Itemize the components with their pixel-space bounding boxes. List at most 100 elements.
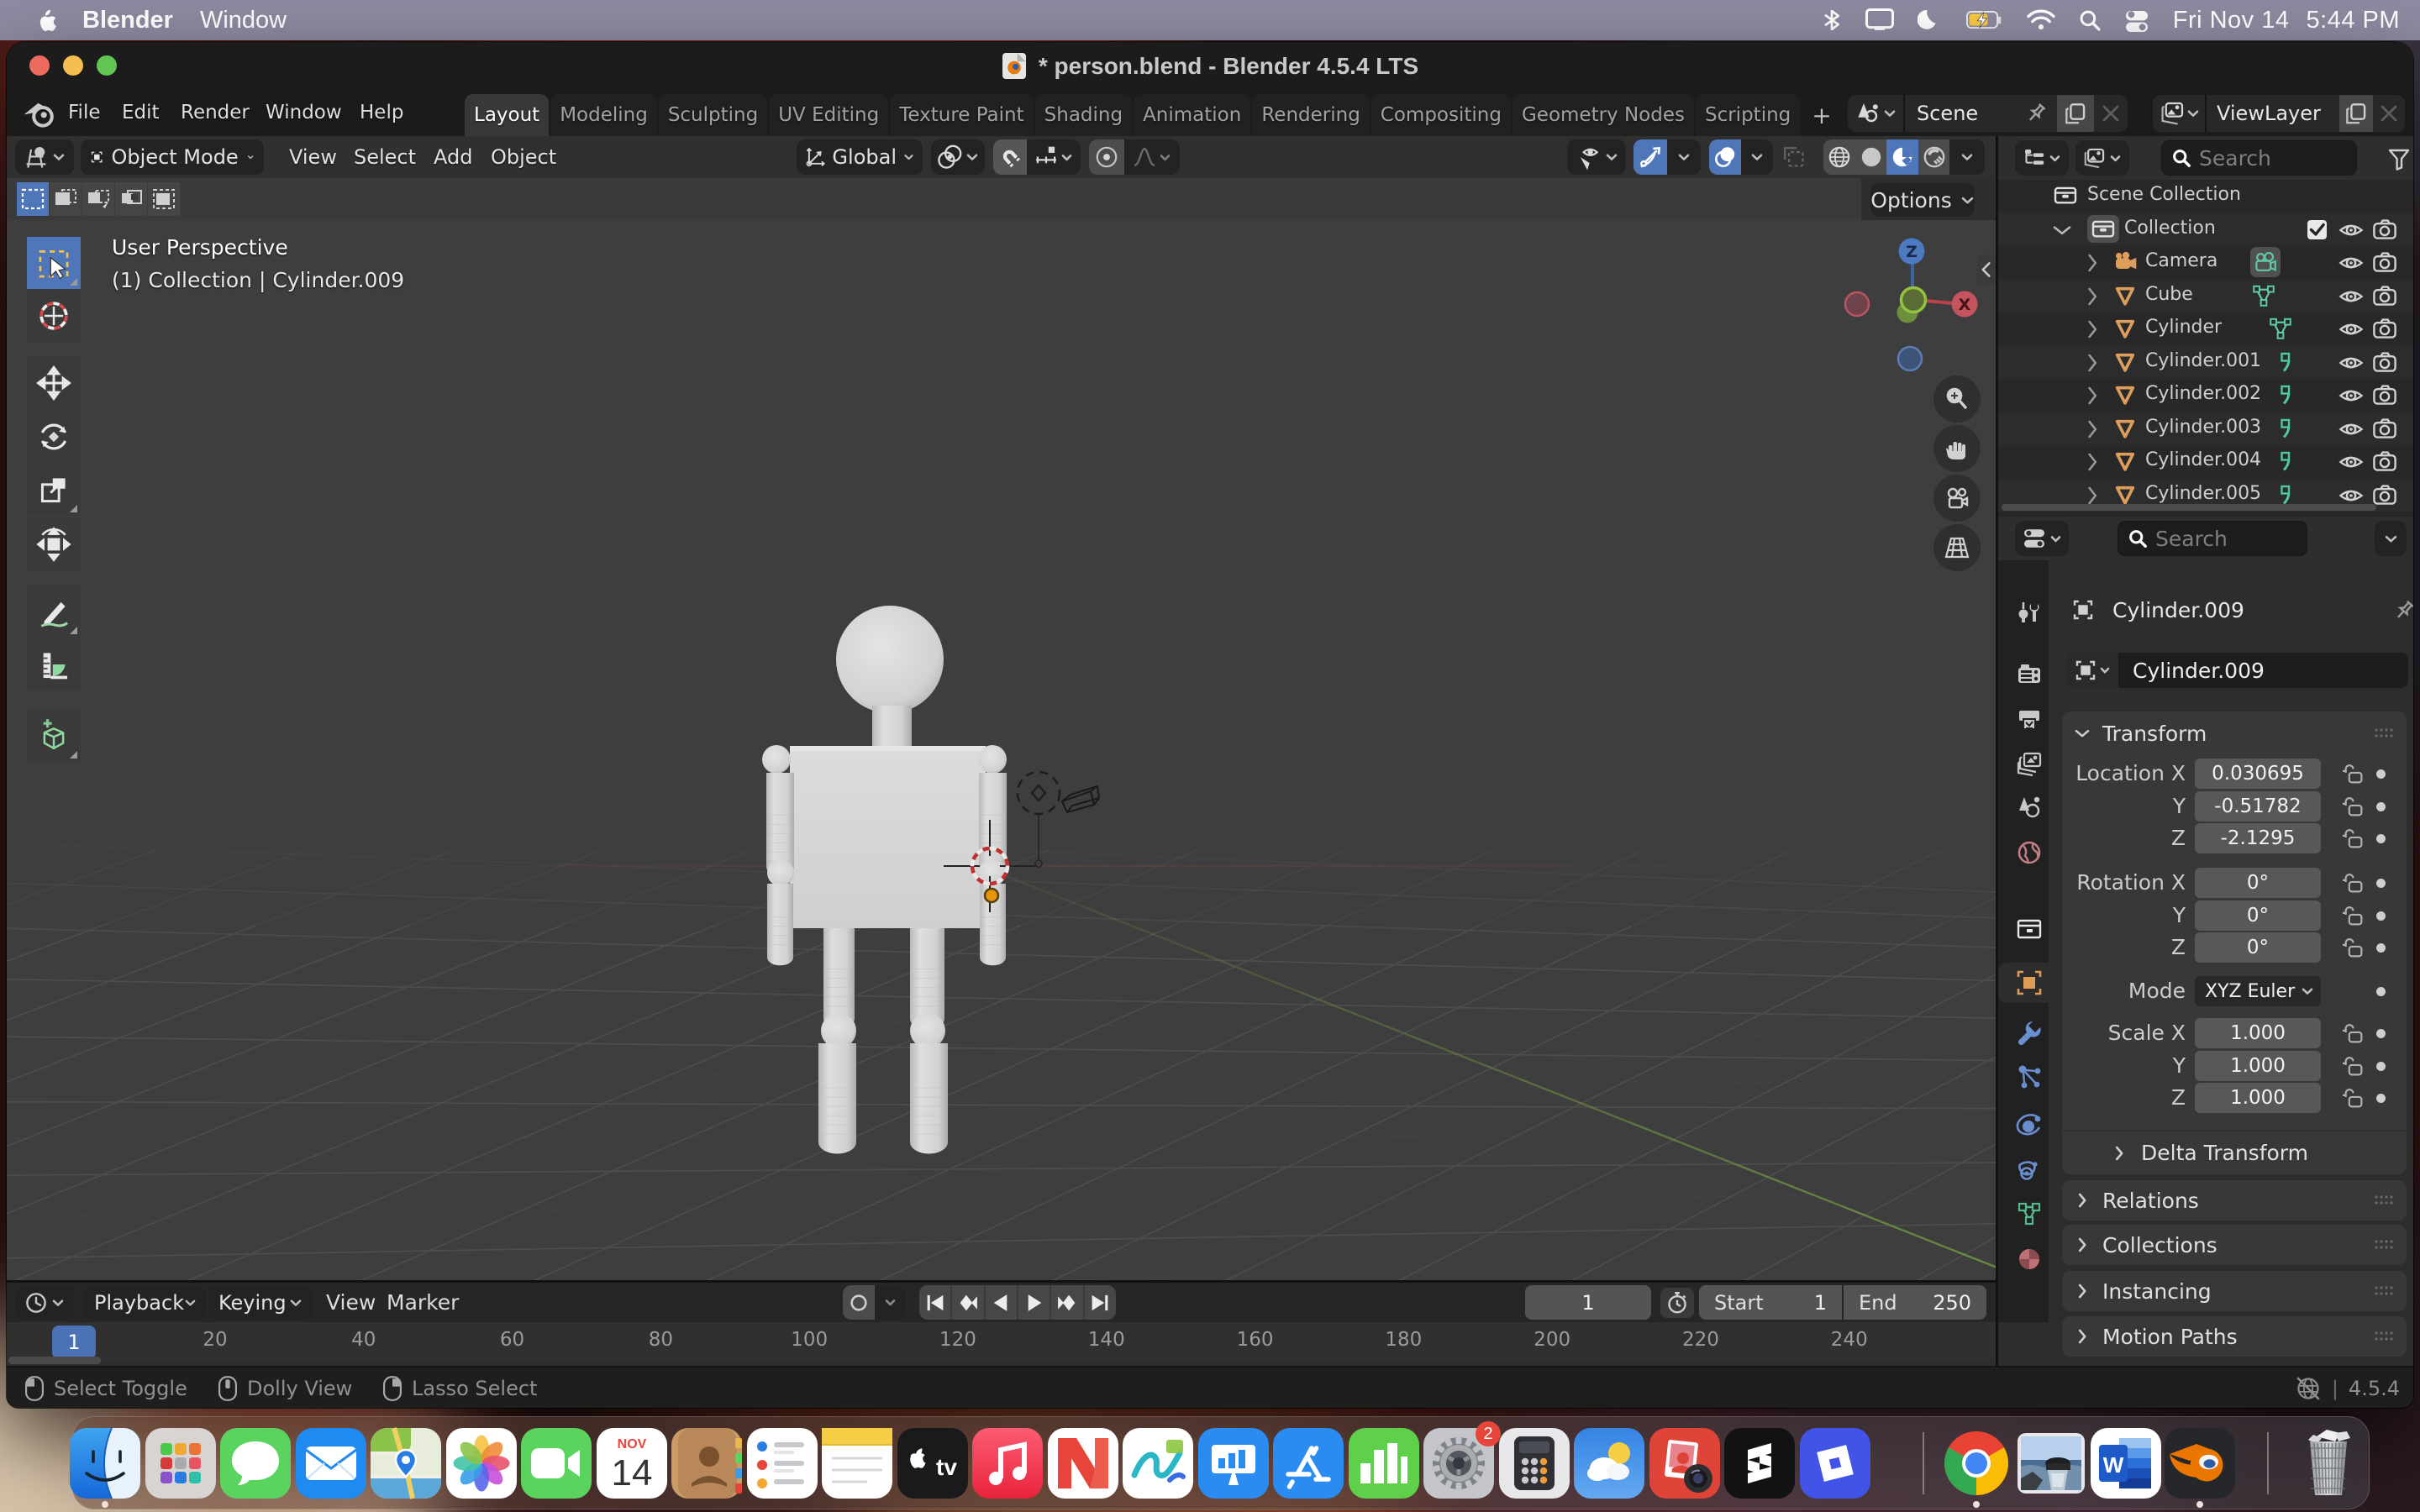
hide-viewport-eye-icon[interactable] xyxy=(2338,383,2364,408)
panel-header[interactable]: Motion Paths xyxy=(2062,1316,2407,1357)
hide-viewport-eye-icon[interactable] xyxy=(2338,250,2364,276)
tab-modeling[interactable]: Modeling xyxy=(550,94,657,136)
lock-icon[interactable] xyxy=(2343,872,2365,894)
panel-collections[interactable]: Collections xyxy=(2062,1225,2407,1265)
bluetooth-icon[interactable] xyxy=(1822,10,1842,30)
dock-icon-calendar[interactable]: NOV14 xyxy=(595,1426,669,1500)
panel-instancing[interactable]: Instancing xyxy=(2062,1271,2407,1311)
disable-render-camera-icon[interactable] xyxy=(2372,317,2397,342)
dock-icon-blender[interactable] xyxy=(2163,1426,2237,1500)
next-keyframe-button[interactable] xyxy=(1050,1285,1082,1320)
breadcrumb-object-name[interactable]: Cylinder.009 xyxy=(2112,598,2244,622)
properties-search-input[interactable]: Search xyxy=(2118,521,2307,556)
end-frame-field[interactable]: End250 xyxy=(1844,1285,1986,1320)
select-mode-tweak[interactable] xyxy=(17,182,49,216)
topbar-menu-edit[interactable]: Edit xyxy=(122,90,160,136)
properties-tab-output[interactable] xyxy=(1998,699,2049,739)
lock-icon[interactable] xyxy=(2343,937,2365,958)
outliner-row-cylinder-004[interactable]: Cylinder.004 xyxy=(1998,445,2413,479)
play-reverse-button[interactable] xyxy=(984,1285,1017,1320)
animate-dot[interactable] xyxy=(2376,834,2386,843)
dock-icon-messages[interactable] xyxy=(218,1426,292,1500)
outliner-row-scene collection[interactable]: Scene Collection xyxy=(1998,180,2413,213)
dock-icon-contacts[interactable] xyxy=(670,1426,744,1500)
dock-icon-photobooth[interactable] xyxy=(1648,1426,1722,1500)
shading-wireframe-button[interactable] xyxy=(1823,139,1855,175)
blender-logo-icon[interactable] xyxy=(23,99,56,128)
menubar-date[interactable]: Fri Nov 14 xyxy=(2173,7,2290,34)
app-menu-blender[interactable]: Blender xyxy=(82,7,173,34)
expand-chevron-icon[interactable] xyxy=(2082,286,2102,307)
overlays-dropdown[interactable] xyxy=(1741,150,1773,164)
expand-chevron-icon[interactable] xyxy=(2052,220,2072,240)
tab-geometry-nodes[interactable]: Geometry Nodes xyxy=(1512,94,1694,136)
outliner-row-cylinder[interactable]: Cylinder xyxy=(1998,312,2413,346)
dock-icon-calculator[interactable] xyxy=(1497,1426,1571,1500)
properties-tab-constraints[interactable] xyxy=(1998,1151,2049,1191)
tab-texture-paint[interactable]: Texture Paint xyxy=(890,94,1033,136)
timeline-menu-marker[interactable]: Marker xyxy=(387,1283,459,1322)
tool-annotate[interactable] xyxy=(27,585,81,638)
properties-options-dropdown[interactable] xyxy=(2375,521,2407,556)
topbar-menu-file[interactable]: File xyxy=(68,90,101,136)
topbar-menu-help[interactable]: Help xyxy=(360,90,403,136)
lock-icon[interactable] xyxy=(2343,1022,2365,1044)
animate-dot[interactable] xyxy=(2376,879,2386,888)
dock-icon-facetime[interactable] xyxy=(519,1426,593,1500)
shading-dropdown[interactable] xyxy=(1949,150,1985,164)
proportional-falloff-dropdown[interactable] xyxy=(1124,145,1180,169)
disable-render-camera-icon[interactable] xyxy=(2372,250,2397,276)
dock-icon-launchpad[interactable] xyxy=(144,1426,218,1500)
app-menu-window[interactable]: Window xyxy=(200,7,287,34)
dock-icon-reminders[interactable] xyxy=(745,1426,819,1500)
outliner-item-label[interactable]: Cylinder.001 xyxy=(2145,350,2261,371)
timeline-editor[interactable]: PlaybackKeyingViewMarker1Start1End250204… xyxy=(7,1283,1996,1366)
prop-value-field[interactable]: 0° xyxy=(2195,900,2321,931)
object-name-field[interactable]: Cylinder.009 xyxy=(2119,653,2408,688)
topbar-menu-render[interactable]: Render xyxy=(181,90,250,136)
hide-viewport-eye-icon[interactable] xyxy=(2338,218,2364,243)
current-frame-field[interactable]: 1 xyxy=(1525,1285,1651,1320)
prop-value-field[interactable]: 0° xyxy=(2195,868,2321,898)
hide-viewport-eye-icon[interactable] xyxy=(2338,449,2364,475)
lock-icon[interactable] xyxy=(2343,763,2365,785)
animate-dot[interactable] xyxy=(2376,802,2386,811)
panel-relations[interactable]: Relations xyxy=(2062,1180,2407,1221)
prop-value-field[interactable]: -0.51782 xyxy=(2195,791,2321,822)
prev-keyframe-button[interactable] xyxy=(950,1285,983,1320)
playback-menu[interactable]: Playback xyxy=(84,1285,207,1320)
disable-render-camera-icon[interactable] xyxy=(2372,350,2397,375)
select-mode-select-lasso[interactable] xyxy=(115,182,147,216)
tool-move[interactable] xyxy=(27,357,81,409)
lock-icon[interactable] xyxy=(2343,795,2365,817)
viewport-menu-view[interactable]: View xyxy=(289,136,337,178)
dock-icon-notes[interactable] xyxy=(820,1426,894,1500)
select-mode-select-circle[interactable] xyxy=(82,182,114,216)
expand-chevron-icon[interactable] xyxy=(2082,386,2102,406)
prop-value-field[interactable]: -2.1295 xyxy=(2195,823,2321,853)
dock-icon-news[interactable] xyxy=(1046,1426,1120,1500)
nav-zoom-button[interactable] xyxy=(1933,375,1981,423)
dock-icon-settings[interactable]: 2 xyxy=(1422,1426,1496,1500)
sidebar-collapse-arrow[interactable] xyxy=(1977,255,1996,285)
disable-render-camera-icon[interactable] xyxy=(2372,383,2397,408)
panel-drag-handle[interactable] xyxy=(2373,1238,2395,1252)
hide-viewport-eye-icon[interactable] xyxy=(2338,317,2364,342)
timeline-menu-view[interactable]: View xyxy=(326,1283,376,1322)
autokey-dropdown[interactable] xyxy=(875,1296,906,1309)
disable-render-camera-icon[interactable] xyxy=(2372,417,2397,442)
dock-icon-mail[interactable] xyxy=(294,1426,368,1500)
prop-dropdown[interactable]: XYZ Euler xyxy=(2195,976,2321,1006)
dock-icon-numbers[interactable] xyxy=(1347,1426,1421,1500)
disable-render-camera-icon[interactable] xyxy=(2372,218,2397,243)
prop-value-field[interactable]: 1.000 xyxy=(2195,1018,2321,1048)
play-button[interactable] xyxy=(1017,1285,1050,1320)
mode-dropdown[interactable]: Object Mode xyxy=(81,139,264,175)
viewlayer-new-button[interactable] xyxy=(2339,95,2373,132)
menubar-time[interactable]: 5:44 PM xyxy=(2307,7,2401,34)
camera-object[interactable] xyxy=(1062,786,1099,812)
shading-rendered-button[interactable] xyxy=(1918,139,1949,175)
select-mode-select-paint[interactable] xyxy=(148,182,180,216)
transform-panel-header[interactable]: Transform xyxy=(2062,711,2407,755)
scene-pin-icon[interactable] xyxy=(2023,101,2057,126)
